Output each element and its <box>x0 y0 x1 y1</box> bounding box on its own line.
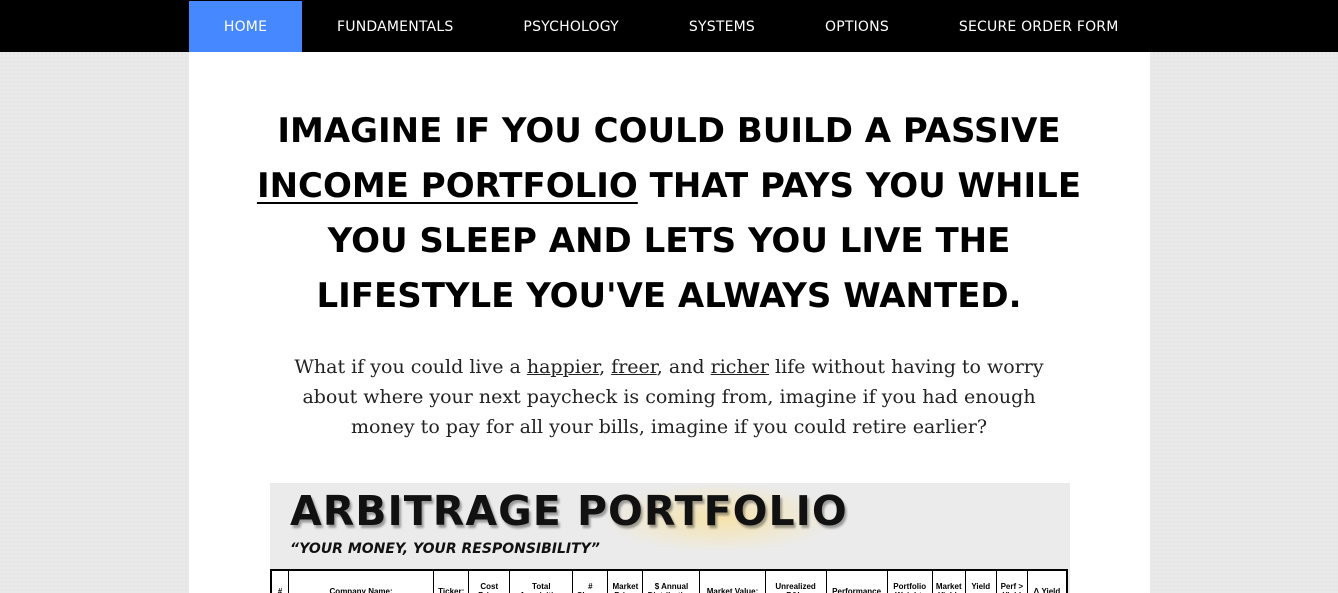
main-content: IMAGINE IF YOU COULD BUILD A PASSIVE INC… <box>189 52 1150 593</box>
link-richer[interactable]: richer <box>711 356 769 378</box>
col-header: Market Yield: <box>931 569 966 593</box>
portfolio-banner-image: ARBITRAGE PORTFOLIO “YOUR MONEY, YOUR RE… <box>270 483 1070 593</box>
link-happier[interactable]: happier <box>527 356 599 378</box>
subtext-sep-2: , and <box>656 356 711 378</box>
col-header: Portfolio Weight: <box>886 569 933 593</box>
nav-systems[interactable]: SYSTEMS <box>654 1 790 52</box>
col-header: $ Annual Distribution: <box>642 569 701 593</box>
col-header: Market Price: <box>607 569 644 593</box>
col-header: Yield on <box>964 569 997 593</box>
nav-home[interactable]: HOME <box>189 1 302 52</box>
subtext-part-1: What if you could live a <box>294 356 527 378</box>
col-header: Ticker: <box>433 569 470 593</box>
nav-options[interactable]: OPTIONS <box>790 1 924 52</box>
nav-psychology[interactable]: PSYCHOLOGY <box>488 1 653 52</box>
portfolio-table: # Company Name: Ticker: Cost Price: Tota… <box>270 569 1068 593</box>
col-header: Total Acquisition <box>509 569 574 593</box>
nav-fundamentals[interactable]: FUNDAMENTALS <box>302 1 488 52</box>
col-header: Performance <box>825 569 888 593</box>
col-header: # <box>270 569 290 593</box>
main-nav: HOME FUNDAMENTALS PSYCHOLOGY SYSTEMS OPT… <box>189 1 1154 52</box>
col-header: Cost Price: <box>468 569 511 593</box>
top-navigation-bar: HOME FUNDAMENTALS PSYCHOLOGY SYSTEMS OPT… <box>0 0 1338 52</box>
banner-tagline: “YOUR MONEY, YOUR RESPONSIBILITY” <box>290 541 600 557</box>
hero-headline: IMAGINE IF YOU COULD BUILD A PASSIVE INC… <box>249 104 1089 324</box>
col-header: Perf > Yield <box>995 569 1028 593</box>
col-header: Unrealized P&L: <box>764 569 827 593</box>
link-freer[interactable]: freer <box>611 356 657 378</box>
col-header: Company Name: <box>288 569 435 593</box>
nav-secure-order-form[interactable]: SECURE ORDER FORM <box>924 1 1154 52</box>
banner-title: ARBITRAGE PORTFOLIO <box>290 487 848 535</box>
headline-underlined: INCOME PORTFOLIO <box>256 166 638 206</box>
col-header: Market Value: <box>699 569 766 593</box>
col-header: Δ Yield <box>1026 569 1068 593</box>
headline-text-1: IMAGINE IF YOU COULD BUILD A PASSIVE <box>277 111 1061 151</box>
subtext-sep-1: , <box>599 356 612 378</box>
hero-subtext: What if you could live a happier, freer,… <box>269 352 1069 442</box>
col-header: # Shares <box>572 569 609 593</box>
portfolio-table-header: # Company Name: Ticker: Cost Price: Tota… <box>270 569 1068 593</box>
